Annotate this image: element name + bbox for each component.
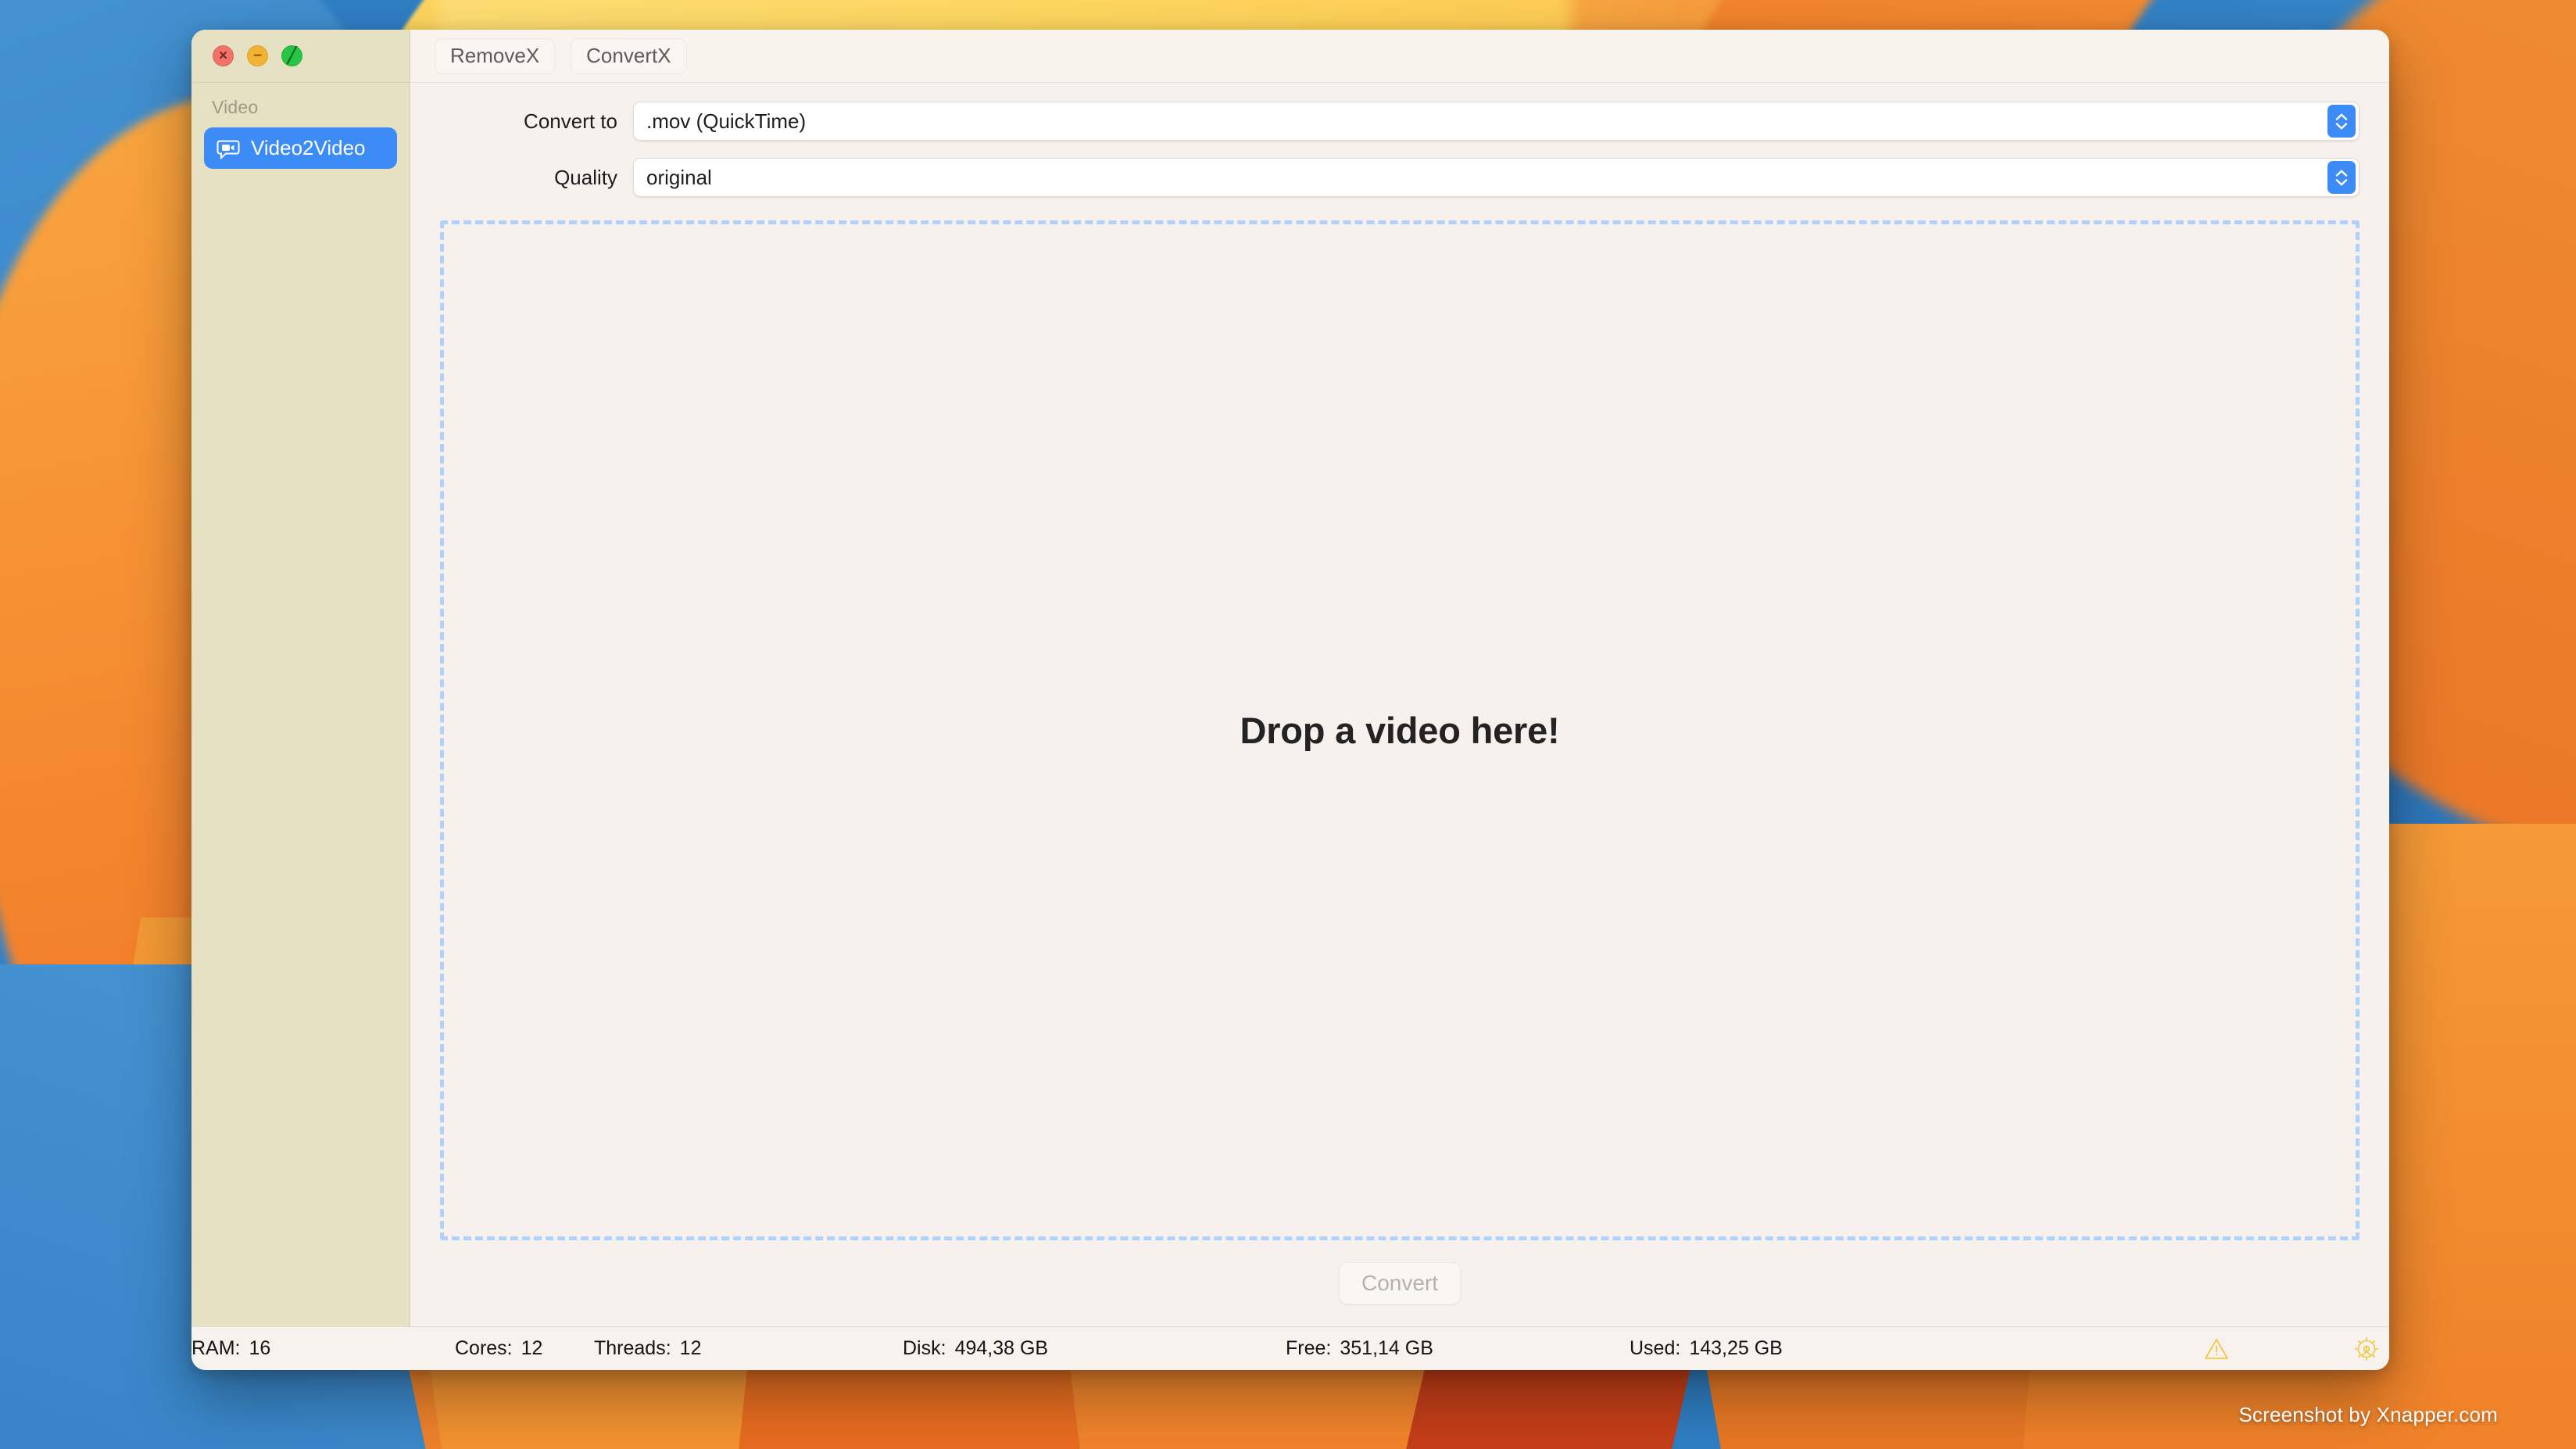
quality-select[interactable]: original [633,158,2360,197]
video-chat-icon [216,137,240,160]
titlebar-traffic-lights: × − ╱ [191,30,410,83]
status-ram-label: RAM: [191,1337,241,1359]
app-window: × − ╱ Video Video2Video RemoveX ConvertX… [191,30,2389,1370]
close-window-button[interactable]: × [213,45,234,66]
chevron-up-icon [2335,113,2348,120]
status-used-value: 143,25 GB [1689,1337,1783,1359]
main-content: RemoveX ConvertX Convert to .mov (QuickT… [410,30,2389,1326]
sidebar: × − ╱ Video Video2Video [191,30,410,1326]
status-disk-value: 494,38 GB [954,1337,1049,1359]
status-cores-label: Cores: [455,1337,513,1359]
chevron-down-icon [2335,122,2348,129]
dropzone-label: Drop a video here! [1240,710,1560,751]
status-disk: Disk: 494,38 GB [903,1337,1048,1360]
toolbar: RemoveX ConvertX [410,30,2389,83]
warning-icon[interactable] [2204,1337,2229,1365]
sidebar-section-title: Video [212,97,259,117]
conversion-settings-form: Convert to .mov (QuickTime) Quality orig… [410,83,2389,214]
maximize-window-button[interactable]: ╱ [281,45,302,66]
sidebar-item-label: Video2Video [251,136,366,159]
convert-button[interactable]: Convert [1338,1262,1462,1304]
status-free-value: 351,14 GB [1340,1337,1433,1359]
tab-convertx[interactable]: ConvertX [571,38,687,74]
convert-action-bar: Convert [440,1240,2360,1326]
status-cores: Cores: 12 [455,1337,542,1360]
convert-to-label: Convert to [524,109,617,133]
form-row-quality: Quality original [410,158,2360,197]
xnapper-watermark: Screenshot by Xnapper.com [2238,1403,2498,1426]
status-disk-label: Disk: [903,1337,946,1359]
video-dropzone[interactable]: Drop a video here! [440,220,2360,1240]
status-free: Free: 351,14 GB [1286,1337,1433,1360]
convert-to-value: .mov (QuickTime) [646,109,807,133]
minimize-icon: − [252,48,263,64]
desktop-wallpaper: × − ╱ Video Video2Video RemoveX ConvertX… [0,0,2576,1449]
chevron-down-icon [2335,178,2348,185]
form-row-convert-to: Convert to .mov (QuickTime) [410,102,2360,141]
maximize-icon: ╱ [287,48,297,64]
status-used-label: Used: [1630,1337,1681,1359]
convert-to-select[interactable]: .mov (QuickTime) [633,102,2360,141]
dropzone-container: Drop a video here! Convert [410,214,2389,1326]
status-cores-value: 12 [521,1337,543,1359]
minimize-window-button[interactable]: − [247,45,268,66]
quality-label: Quality [554,165,617,189]
status-ram-value: 16 [249,1337,271,1359]
chevron-up-icon [2335,170,2348,177]
status-threads: Threads: 12 [594,1337,701,1360]
status-free-label: Free: [1286,1337,1332,1359]
sidebar-item-video2video[interactable]: Video2Video [204,127,397,169]
status-bar: RAM: 16 Cores: 12 Threads: 12 Disk: 494,… [191,1326,2389,1370]
status-ram: RAM: 16 [191,1337,270,1360]
quality-stepper[interactable] [2327,161,2356,194]
status-threads-label: Threads: [594,1337,671,1359]
quality-value: original [646,165,712,189]
close-icon: × [218,48,228,64]
status-threads-value: 12 [679,1337,702,1359]
convert-to-stepper[interactable] [2327,105,2356,138]
tab-removex[interactable]: RemoveX [435,38,556,74]
window-body: × − ╱ Video Video2Video RemoveX ConvertX… [191,30,2389,1326]
status-used: Used: 143,25 GB [1630,1337,1783,1360]
gear-icon[interactable] [2352,1334,2381,1368]
sidebar-content: Video Video2Video [191,83,410,169]
